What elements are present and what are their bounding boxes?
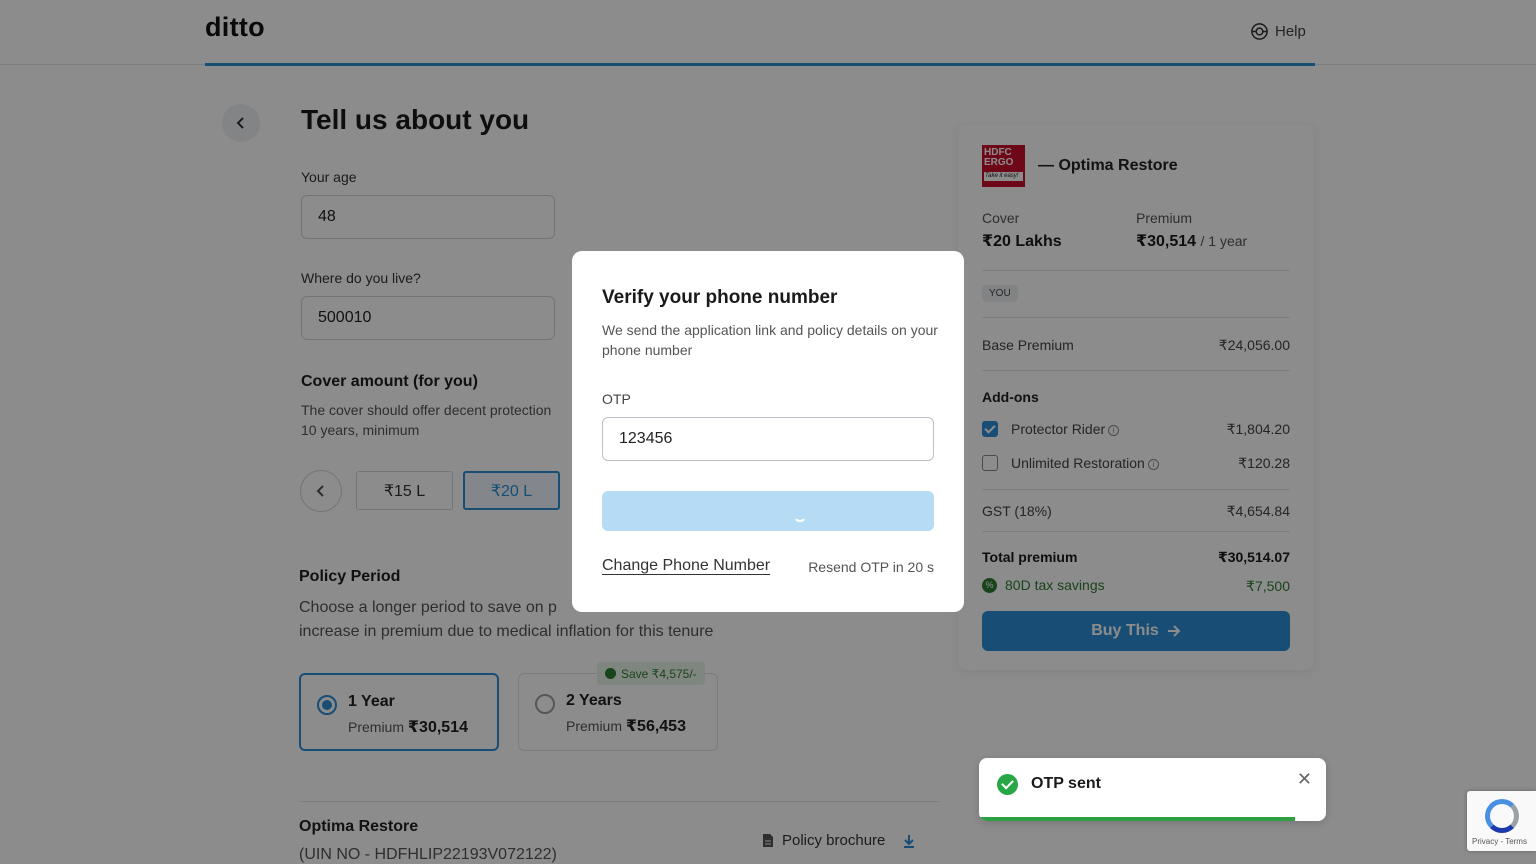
verify-otp-button[interactable] <box>602 491 934 531</box>
recaptcha-terms[interactable]: Privacy - Terms <box>1472 837 1527 846</box>
otp-input[interactable]: 123456 <box>602 417 934 461</box>
modal-title: Verify your phone number <box>602 287 838 308</box>
resend-otp-timer: Resend OTP in 20 s <box>808 559 934 575</box>
toast-progress-bar <box>979 817 1295 821</box>
recaptcha-badge[interactable]: Privacy - Terms <box>1467 791 1536 851</box>
recaptcha-icon <box>1485 799 1519 833</box>
toast-message: OTP sent <box>1031 775 1101 792</box>
otp-label: OTP <box>602 391 631 407</box>
check-circle-icon <box>997 774 1018 795</box>
loading-spinner-icon <box>793 508 807 522</box>
change-phone-link[interactable]: Change Phone Number <box>602 557 770 575</box>
close-icon[interactable]: ✕ <box>1297 770 1312 788</box>
otp-sent-toast: OTP sent ✕ <box>979 758 1326 821</box>
verify-phone-modal: Verify your phone number We send the app… <box>572 251 964 612</box>
modal-subtitle: We send the application link and policy … <box>602 322 938 358</box>
